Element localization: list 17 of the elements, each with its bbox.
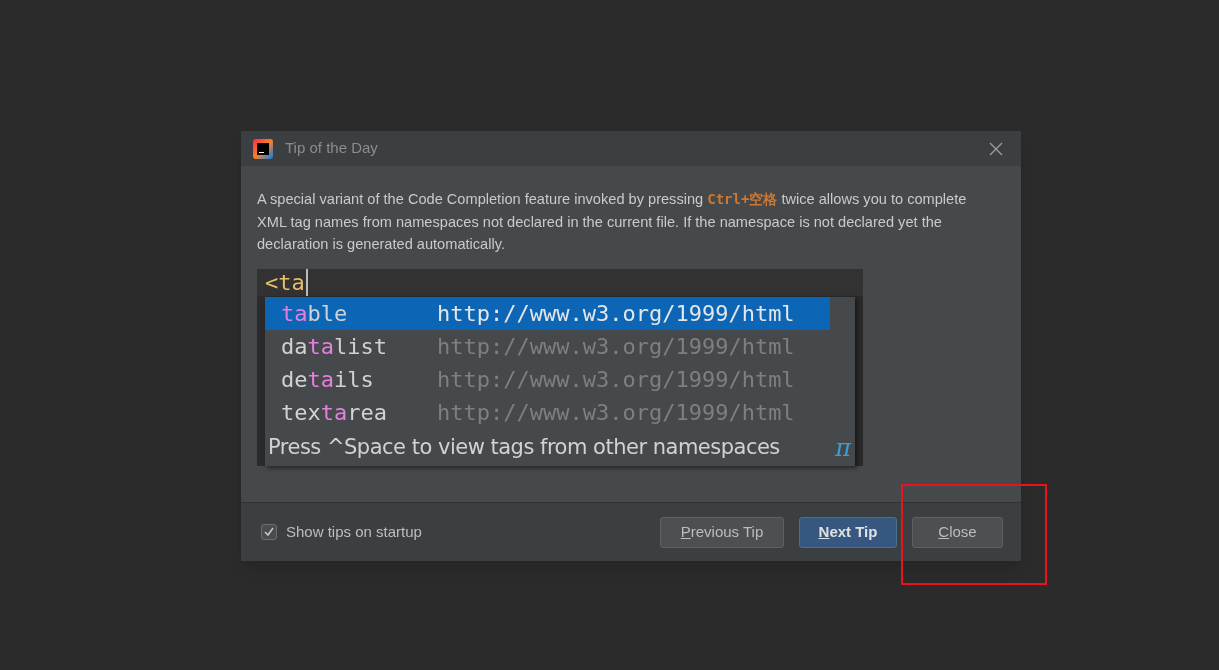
hint-text: Press ^Space to view tags from other namespaces xyxy=(268,433,780,461)
dialog-button[interactable]: Previous Tip xyxy=(660,516,784,548)
tag-name: details xyxy=(281,365,375,394)
tip-text: A special variant of the Code Completion feature invoked by pressing Ctrl+空格 twice allows you to complete XML tag names from namespaces not declared in the current file. If the namespace is not declared yet the declaration is generated automatically. xyxy=(257,190,968,254)
code-text: <ta xyxy=(265,268,308,296)
app-logo-icon xyxy=(253,138,273,159)
pi-symbol: π xyxy=(835,432,851,464)
namespace-text: http://www.w3.org/1999/html xyxy=(437,299,795,328)
dialog-button[interactable]: Close xyxy=(912,516,1003,548)
tag-name: table xyxy=(281,299,349,328)
show-tips-checkbox[interactable] xyxy=(261,524,277,540)
tag-name: datalist xyxy=(281,332,388,361)
completion-item[interactable]: table http://www.w3.org/1999/html xyxy=(265,296,830,330)
window-title: Tip of the Day xyxy=(285,138,378,159)
dialog-button[interactable]: Next Tip xyxy=(799,516,897,548)
tag-name: texta rea xyxy=(281,398,388,427)
checkbox-label: Show tips on startup xyxy=(286,521,422,542)
